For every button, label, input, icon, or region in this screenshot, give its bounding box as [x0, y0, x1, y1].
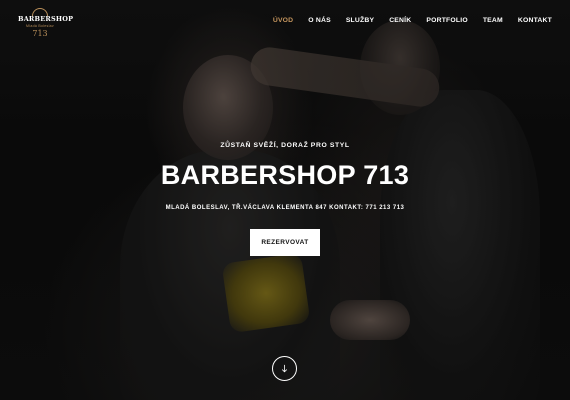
- reservation-button[interactable]: REZERVOVAT: [250, 229, 320, 256]
- nav-item-sluzby[interactable]: SLUŽBY: [346, 17, 374, 24]
- hero-background: [0, 0, 570, 400]
- hero-overlay: [0, 0, 570, 400]
- logo-name: BARBERSHOP: [18, 15, 74, 23]
- main-nav: ÚVOD O NÁS SLUŽBY CENÍK PORTFOLIO TEAM K…: [258, 17, 552, 24]
- hero-title: BARBERSHOP 713: [160, 160, 410, 190]
- logo-tagline: Mladá Boleslav: [26, 24, 54, 28]
- logo-number: 713: [32, 29, 48, 38]
- nav-item-portfolio[interactable]: PORTFOLIO: [426, 17, 467, 24]
- nav-item-team[interactable]: TEAM: [483, 17, 503, 24]
- hero-address: MLADÁ BOLESLAV, TŘ.VÁCLAVA KLEMENTA 847 …: [165, 205, 405, 211]
- nav-item-cenik[interactable]: CENÍK: [389, 17, 411, 24]
- nav-item-kontakt[interactable]: KONTAKT: [518, 17, 552, 24]
- hero-tagline: ZŮSTAŇ SVĚŽÍ, DORAŽ PRO STYL: [220, 142, 350, 149]
- scroll-down-button[interactable]: [272, 356, 297, 381]
- nav-item-uvod[interactable]: ÚVOD: [273, 17, 293, 24]
- nav-item-o-nas[interactable]: O NÁS: [308, 17, 331, 24]
- arrow-down-icon: [281, 364, 288, 373]
- site-logo[interactable]: BARBERSHOP Mladá Boleslav 713: [18, 8, 74, 42]
